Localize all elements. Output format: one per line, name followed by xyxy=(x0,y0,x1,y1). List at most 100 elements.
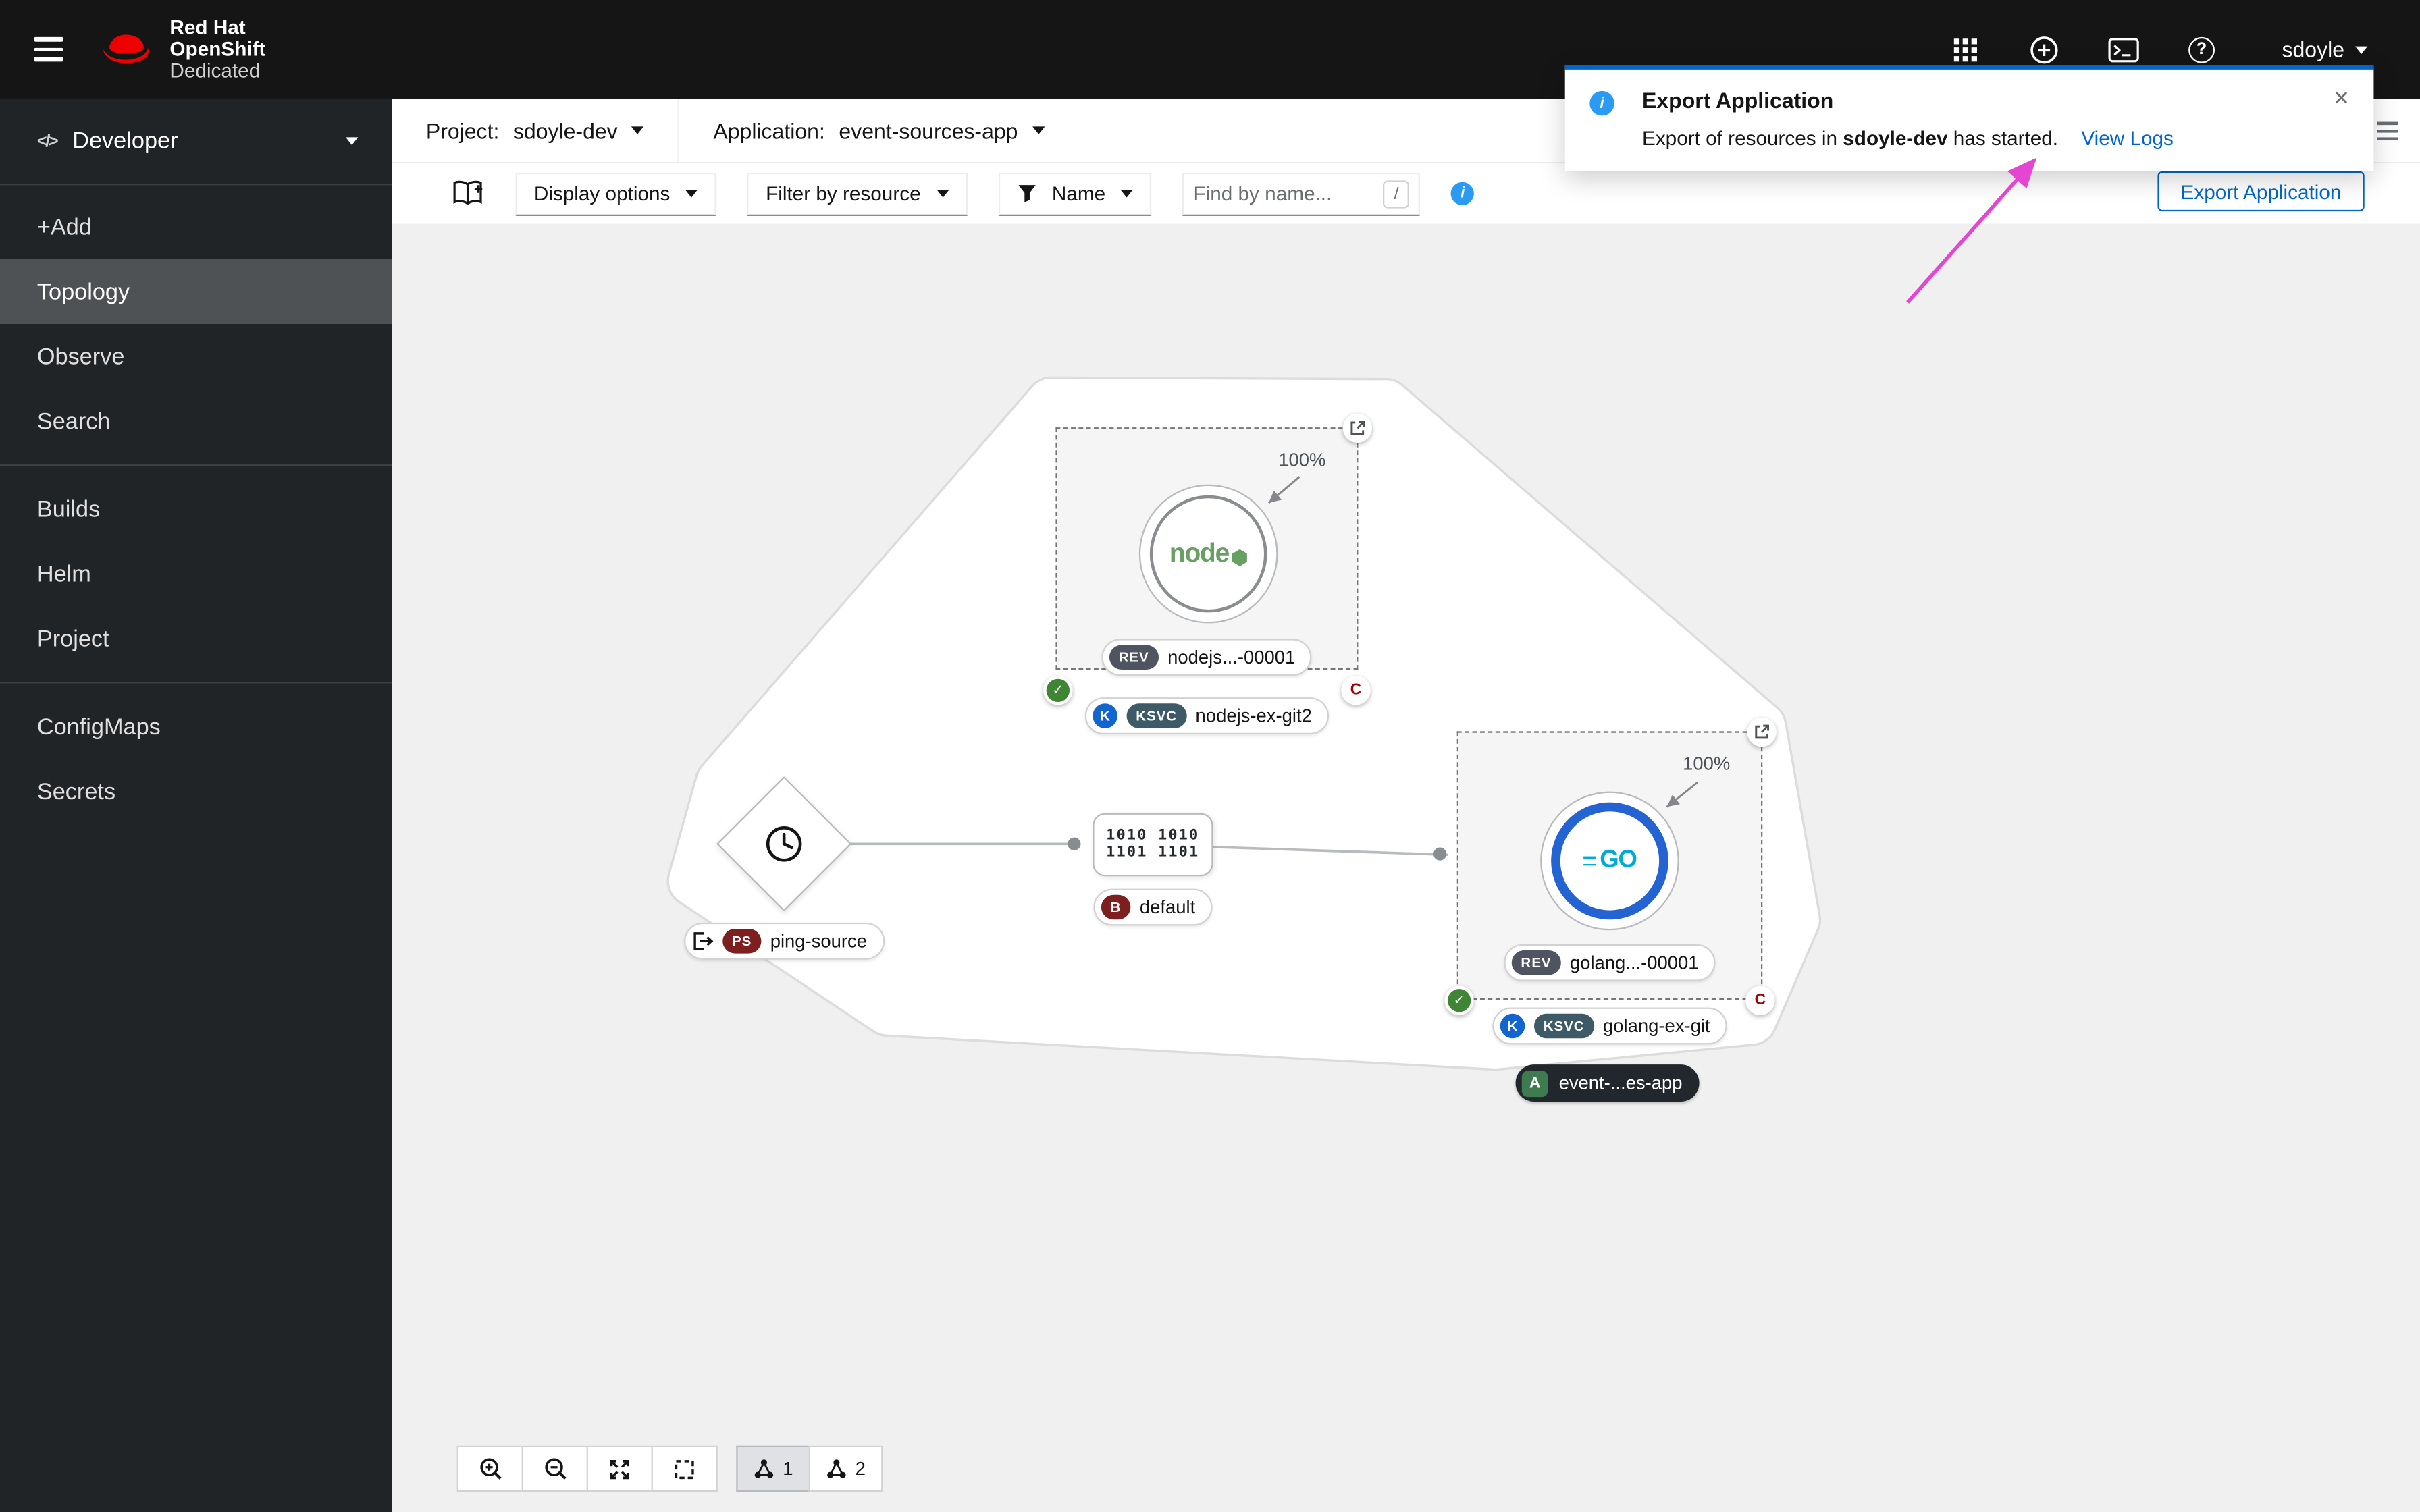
external-link-icon xyxy=(1755,724,1770,739)
plus-circle-icon xyxy=(2030,35,2058,63)
open-url-decorator[interactable] xyxy=(1342,413,1373,443)
name-filter-dropdown[interactable]: Name xyxy=(997,171,1152,215)
rev-badge: REV xyxy=(1511,950,1561,975)
sidebar-item-label: Builds xyxy=(36,495,101,522)
go-speed-lines xyxy=(1583,855,1596,866)
edit-source-decorator[interactable]: C xyxy=(1341,676,1371,705)
open-url-decorator[interactable] xyxy=(1747,717,1777,747)
perspective-label: Developer xyxy=(72,128,178,155)
find-by-name-input[interactable] xyxy=(1193,182,1374,205)
application-selector[interactable]: Application: event-sources-app xyxy=(677,99,1078,163)
fit-to-screen-button[interactable] xyxy=(586,1445,653,1492)
revision-name: golang...-00001 xyxy=(1569,952,1699,974)
traffic-split-label: 100% xyxy=(1683,753,1731,775)
zoom-in-button[interactable] xyxy=(456,1445,523,1492)
sidebar-item-configmaps[interactable]: ConfigMaps xyxy=(0,695,392,759)
view-logs-link[interactable]: View Logs xyxy=(2081,126,2174,149)
sidebar-item-builds[interactable]: Builds xyxy=(0,477,392,541)
sidebar-item-label: Secrets xyxy=(36,778,116,805)
service-label-golang[interactable]: K KSVC golang-ex-git xyxy=(1492,1007,1727,1045)
display-options-label: Display options xyxy=(533,182,670,205)
nav-toggle-button[interactable] xyxy=(0,0,96,99)
revision-node-golang[interactable]: GO xyxy=(1540,791,1679,931)
revision-node-nodejs[interactable]: node xyxy=(1138,484,1278,624)
binary-line1: 1010 1010 xyxy=(1106,827,1200,844)
topology-canvas[interactable]: 100% node REV nodejs...-00001 ✓ C K KSVC… xyxy=(392,223,2420,1512)
channel-label[interactable]: B default xyxy=(1093,888,1213,926)
clock-icon xyxy=(764,824,804,864)
event-source-diamond[interactable] xyxy=(716,776,852,912)
sidebar-divider xyxy=(0,464,392,466)
perspective-switcher[interactable]: </> Developer xyxy=(0,99,392,186)
view-shortcuts-button[interactable] xyxy=(450,179,484,208)
view-menu-button[interactable] xyxy=(2377,121,2399,140)
rev-badge: REV xyxy=(1109,645,1159,670)
info-icon[interactable]: i xyxy=(1451,182,1475,205)
che-icon: C xyxy=(1754,992,1766,1009)
brand-logo[interactable]: Red Hat OpenShift Dedicated xyxy=(96,15,265,82)
check-icon: ✓ xyxy=(1052,682,1064,698)
channel-box[interactable]: 1010 1010 1101 1101 xyxy=(1093,813,1213,877)
info-glyph: i xyxy=(1600,94,1604,112)
toast-title: Export Application xyxy=(1642,88,1834,113)
status-decorator: ✓ xyxy=(1444,986,1474,1016)
layout-icon xyxy=(827,1459,846,1478)
question-icon: ? xyxy=(2188,36,2215,63)
knative-service-nodejs[interactable]: 100% node REV nodejs...-00001 ✓ C K KSVC… xyxy=(1043,413,1373,734)
ksvc-badge: KSVC xyxy=(1126,703,1186,728)
export-application-button[interactable]: Export Application xyxy=(2157,171,2365,212)
user-menu[interactable]: sdoyle xyxy=(2282,37,2368,61)
toast-close-button[interactable]: ✕ xyxy=(2321,79,2361,119)
edit-source-decorator[interactable]: C xyxy=(1745,986,1775,1016)
close-icon: ✕ xyxy=(2332,86,2350,110)
layout-2-button[interactable]: 2 xyxy=(808,1445,883,1492)
revision-label-golang[interactable]: REV golang...-00001 xyxy=(1504,944,1716,981)
sidebar-item-project[interactable]: Project xyxy=(0,606,392,671)
chevron-down-icon xyxy=(1121,190,1134,198)
project-label: Project: xyxy=(425,117,500,143)
filter-by-resource-dropdown[interactable]: Filter by resource xyxy=(747,171,968,215)
shortcut-key-hint: / xyxy=(1383,180,1410,208)
project-selector[interactable]: Project: sdoyle-dev xyxy=(392,99,678,162)
sidebar-item-helm[interactable]: Helm xyxy=(0,541,392,606)
chevron-down-icon xyxy=(346,137,359,145)
ping-source-node: PS ping-source xyxy=(679,776,889,977)
zoom-out-button[interactable] xyxy=(521,1445,588,1492)
name-filter-label: Name xyxy=(1051,182,1106,205)
zoom-in-icon xyxy=(479,1458,501,1480)
app-launcher-button[interactable] xyxy=(1945,29,1985,69)
ping-source-label[interactable]: PS ping-source xyxy=(684,922,885,960)
application-group-label[interactable]: A event-...es-app xyxy=(1515,1064,1700,1102)
golang-icon: GO xyxy=(1551,802,1668,920)
masthead-actions: ? sdoyle xyxy=(1945,29,2420,69)
channel-name: default xyxy=(1139,896,1196,918)
sidebar-item-secrets[interactable]: Secrets xyxy=(0,759,392,824)
sidebar-item-label: Helm xyxy=(36,560,91,587)
service-label-nodejs[interactable]: K KSVC nodejs-ex-git2 xyxy=(1084,697,1329,734)
sidebar-item-observe[interactable]: Observe xyxy=(0,324,392,389)
sidebar-item-label: +Add xyxy=(36,213,92,240)
toast-project-name: sdoyle-dev xyxy=(1843,126,1948,150)
info-icon: i xyxy=(1589,90,1614,116)
reset-view-button[interactable] xyxy=(651,1445,718,1492)
channel-node: 1010 1010 1101 1101 B default xyxy=(1093,813,1213,968)
sidebar-item-topology[interactable]: Topology xyxy=(0,259,392,325)
layout-1-button[interactable]: 1 xyxy=(736,1445,810,1492)
sidebar-item-label: Project xyxy=(36,625,109,652)
display-options-dropdown[interactable]: Display options xyxy=(515,171,716,215)
sidebar: </> Developer +Add Topology Observe Sear… xyxy=(0,99,392,1512)
code-icon: </> xyxy=(36,132,59,151)
sidebar-item-search[interactable]: Search xyxy=(0,389,392,454)
che-icon: C xyxy=(1350,682,1362,699)
toast-message: Export of resources in sdoyle-dev has st… xyxy=(1642,126,2327,149)
find-by-name-field[interactable]: / xyxy=(1182,171,1421,215)
zoom-out-icon xyxy=(544,1458,566,1480)
sidebar-item-add[interactable]: +Add xyxy=(0,194,392,259)
terminal-button[interactable] xyxy=(2103,29,2142,69)
quick-create-button[interactable] xyxy=(2024,29,2064,69)
brand-line1: Red Hat xyxy=(169,15,246,39)
help-button[interactable]: ? xyxy=(2182,29,2221,69)
knative-service-golang[interactable]: 100% GO REV golang...-00001 ✓ C K KSVC g… xyxy=(1444,717,1777,1045)
binary-line2: 1101 1101 xyxy=(1106,844,1200,861)
revision-label-nodejs[interactable]: REV nodejs...-00001 xyxy=(1101,639,1313,676)
